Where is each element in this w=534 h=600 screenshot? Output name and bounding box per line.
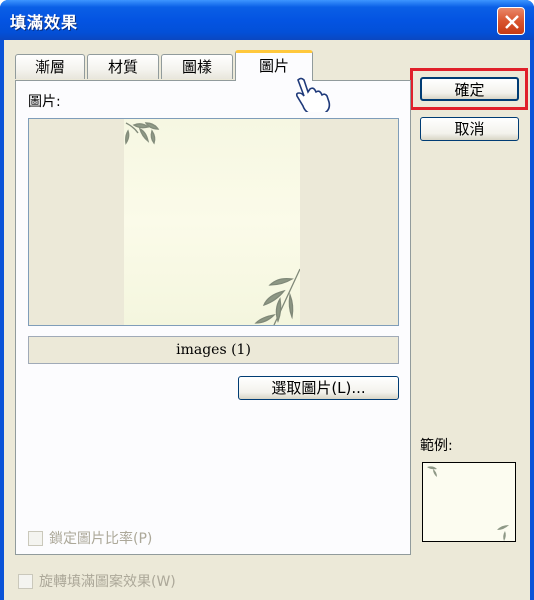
window-title: 填滿效果 bbox=[10, 13, 79, 32]
dialog-client-area: 漸層 材質 圖樣 圖片 圖片: images (1) 選取圖片(L)... 鎖定… bbox=[4, 40, 530, 600]
tab-texture[interactable]: 材質 bbox=[87, 54, 159, 79]
picture-label: 圖片: bbox=[28, 94, 61, 110]
select-picture-button[interactable]: 選取圖片(L)... bbox=[238, 376, 399, 400]
sample-label: 範例: bbox=[420, 438, 453, 454]
lock-aspect-checkbox[interactable] bbox=[28, 530, 43, 546]
tab-pattern[interactable]: 圖樣 bbox=[161, 54, 233, 79]
sample-bamboo-image bbox=[427, 466, 509, 541]
picture-preview bbox=[28, 118, 399, 326]
picture-preview-image bbox=[124, 119, 301, 326]
ok-button[interactable]: 確定 bbox=[420, 77, 519, 101]
close-icon bbox=[505, 15, 519, 29]
picture-filename: images (1) bbox=[28, 336, 399, 364]
picture-tab-panel: 圖片: images (1) 選取圖片(L)... 鎖定圖片比率(P) bbox=[15, 80, 411, 555]
lock-aspect-label: 鎖定圖片比率(P) bbox=[49, 531, 153, 547]
close-button[interactable] bbox=[497, 7, 525, 35]
title-bar[interactable]: 填滿效果 bbox=[0, 0, 534, 40]
bamboo-image bbox=[125, 122, 301, 326]
rotate-fill-label: 旋轉填滿圖案效果(W) bbox=[39, 574, 176, 590]
lock-aspect-row[interactable]: 鎖定圖片比率(P) bbox=[28, 528, 152, 548]
hand-cursor-icon bbox=[295, 77, 331, 112]
rotate-fill-row[interactable]: 旋轉填滿圖案效果(W) bbox=[18, 571, 176, 591]
cancel-button[interactable]: 取消 bbox=[420, 117, 519, 141]
sample-preview bbox=[422, 462, 516, 542]
dialog-window: 填滿效果 漸層 材質 圖樣 圖片 圖片: images (1) 選取圖片(L).… bbox=[0, 0, 534, 600]
rotate-fill-checkbox[interactable] bbox=[18, 573, 33, 589]
tab-gradient[interactable]: 漸層 bbox=[15, 54, 85, 79]
